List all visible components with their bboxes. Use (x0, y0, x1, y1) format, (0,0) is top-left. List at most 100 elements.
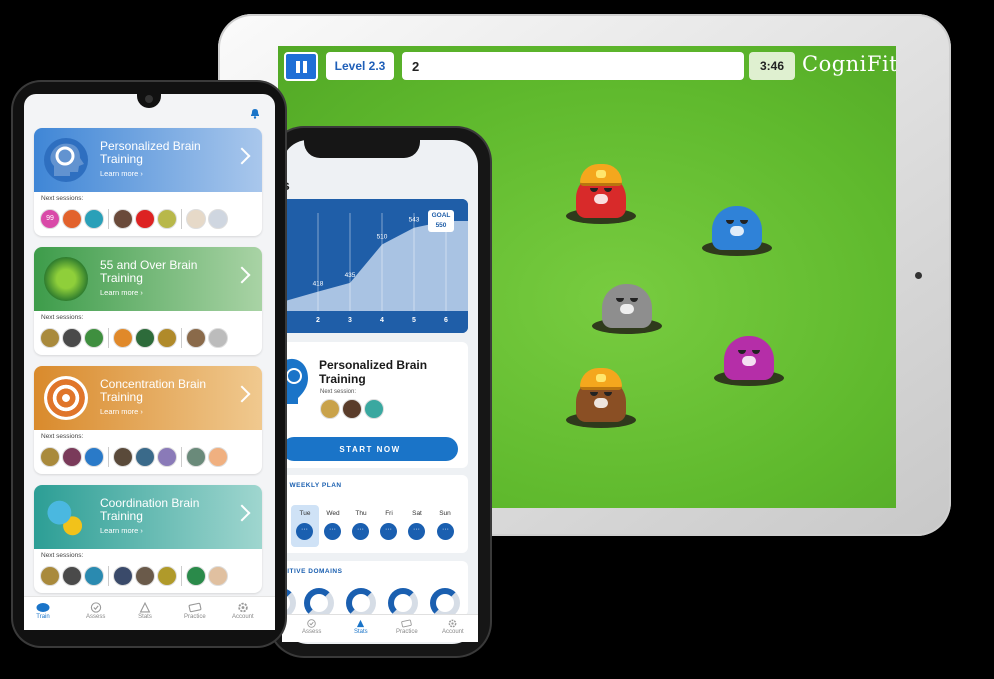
session-thumb[interactable] (208, 209, 228, 229)
session-thumb[interactable] (62, 447, 82, 467)
mole-blue[interactable] (702, 196, 772, 256)
session-thumb[interactable] (186, 209, 206, 229)
phone-notch (304, 130, 420, 158)
next-sessions-label: Next sessions: (41, 433, 84, 440)
learn-more-link[interactable]: Learn more › (100, 288, 143, 297)
session-thumb[interactable] (157, 447, 177, 467)
mole-purple[interactable] (714, 326, 784, 386)
session-thumb[interactable] (113, 447, 133, 467)
session-thumb[interactable] (364, 399, 384, 419)
session-thumb[interactable] (135, 447, 155, 467)
nav-label: Account (232, 614, 254, 620)
ticket-icon (401, 619, 413, 628)
timer: 3:46 (749, 52, 795, 80)
session-thumb[interactable] (84, 566, 104, 586)
day-dot[interactable]: ··· (437, 523, 454, 540)
day-dot[interactable]: ··· (408, 523, 425, 540)
session-thumb[interactable] (62, 328, 82, 348)
nav-practice[interactable]: Practice (396, 619, 418, 635)
session-thumb[interactable] (157, 328, 177, 348)
session-thumb[interactable] (208, 566, 228, 586)
training-card-55-over[interactable]: 55 and Over Brain Training Learn more › … (34, 247, 262, 355)
session-thumb[interactable] (113, 209, 133, 229)
chart-tick-label: 3 (348, 317, 352, 324)
session-thumb[interactable] (208, 328, 228, 348)
goal-label: GOAL (431, 212, 451, 219)
card-title: Personalized Brain Training (100, 139, 201, 166)
nav-account[interactable]: Account (442, 619, 464, 635)
session-thumb[interactable] (186, 328, 206, 348)
chart-tick-label: 4 (380, 317, 384, 324)
session-thumb[interactable] (320, 399, 340, 419)
chart-data-label: 418 (313, 281, 324, 288)
chart-data-label: 510 (377, 234, 388, 241)
nav-train[interactable]: Train (36, 602, 50, 620)
start-now-button[interactable]: START NOW (282, 437, 458, 461)
day-label: Sat (412, 510, 422, 517)
day-dot[interactable]: ··· (296, 523, 313, 540)
mole-red-helmet[interactable] (566, 164, 636, 224)
personalized-training-title: Personalized Brain Training (319, 358, 428, 386)
session-thumb[interactable] (135, 328, 155, 348)
stats-icon (139, 602, 151, 613)
next-sessions-label: Next sessions: (41, 314, 84, 321)
gear-icon (238, 602, 248, 613)
card-title: 55 and Over Brain Training (100, 258, 198, 285)
nav-label: Account (442, 629, 464, 635)
session-thumb[interactable] (84, 328, 104, 348)
chart-data-label: 435 (345, 272, 356, 279)
train-bottom-nav: Train Assess Stats Practice Account (24, 596, 275, 630)
nav-label: Train (36, 614, 50, 620)
training-card-personalized[interactable]: Personalized Brain Training Learn more ›… (34, 128, 262, 236)
day-label: Fri (385, 510, 393, 517)
pause-button[interactable] (284, 52, 318, 81)
nav-practice[interactable]: Practice (184, 602, 206, 620)
session-thumb[interactable] (113, 328, 133, 348)
session-thumb[interactable] (84, 447, 104, 467)
learn-more-link[interactable]: Learn more › (100, 526, 143, 535)
session-thumb[interactable] (40, 566, 60, 586)
learn-more-link[interactable]: Learn more › (100, 407, 143, 416)
bell-icon[interactable] (249, 107, 261, 119)
brain-head-icon (282, 358, 308, 404)
chart-tick-label: 5 (412, 317, 416, 324)
session-thumb[interactable]: 99 (40, 209, 60, 229)
score-field: 2 (402, 52, 744, 80)
gear-icon (448, 619, 457, 628)
day-label: Tue (299, 510, 311, 517)
nav-assess[interactable]: Assess (302, 619, 321, 635)
session-thumb[interactable] (40, 328, 60, 348)
nav-assess[interactable]: Assess (86, 602, 105, 620)
session-thumb[interactable] (208, 447, 228, 467)
session-thumb[interactable] (135, 566, 155, 586)
day-dot[interactable]: ··· (324, 523, 341, 540)
nav-account[interactable]: Account (232, 602, 254, 620)
goal-value: 550 (435, 222, 447, 229)
day-label: Thu (355, 510, 367, 517)
tablet-camera (915, 272, 922, 279)
session-thumb[interactable] (62, 209, 82, 229)
nav-stats[interactable]: Stats (138, 602, 152, 620)
session-thumb[interactable] (342, 399, 362, 419)
mole-brown-helmet[interactable] (566, 368, 636, 428)
day-dot[interactable]: ··· (380, 523, 397, 540)
session-thumb[interactable] (157, 566, 177, 586)
session-thumb[interactable] (135, 209, 155, 229)
session-thumbs (40, 327, 230, 349)
training-card-concentration[interactable]: Concentration Brain Training Learn more … (34, 366, 262, 474)
learn-more-link[interactable]: Learn more › (100, 169, 143, 178)
session-thumb[interactable] (186, 566, 206, 586)
session-thumb[interactable] (84, 209, 104, 229)
nav-label: Stats (354, 629, 368, 635)
training-card-coordination[interactable]: Coordination Brain Training Learn more ›… (34, 485, 262, 593)
session-thumb[interactable] (186, 447, 206, 467)
nav-stats[interactable]: Stats (354, 619, 368, 635)
session-thumb[interactable] (40, 447, 60, 467)
next-session-thumbs (320, 399, 386, 419)
session-thumb[interactable] (157, 209, 177, 229)
session-thumbs: 99 (40, 208, 230, 230)
mole-gray[interactable] (592, 274, 662, 334)
day-dot[interactable]: ··· (352, 523, 369, 540)
session-thumb[interactable] (62, 566, 82, 586)
session-thumb[interactable] (113, 566, 133, 586)
